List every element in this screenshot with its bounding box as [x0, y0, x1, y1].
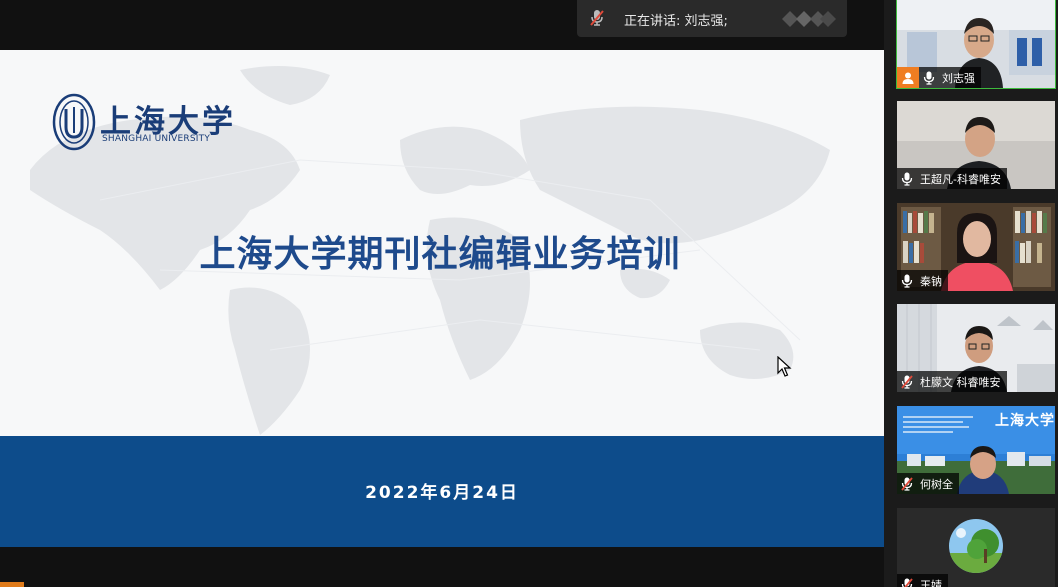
slide-title: 上海大学期刊社编辑业务培训: [199, 234, 681, 275]
shared-screen[interactable]: 上海大学 SHANGHAI UNIVERSITY 上海大学期刊社编辑业务培训 2…: [0, 0, 884, 587]
bottom-accent-bar: [0, 582, 24, 587]
microphone-icon: [901, 274, 913, 288]
participant-name: 刘志强: [942, 71, 975, 85]
participant-name-tag: 何树全: [897, 473, 959, 494]
microphone-off-icon: [590, 10, 604, 26]
slide-date: 2022年6月24日: [365, 483, 519, 503]
participant-name-tag: 王超凡-科睿唯安: [897, 168, 1007, 189]
participant-name-tag: 刘志强: [919, 67, 981, 88]
avatar: [949, 519, 1003, 573]
participant-tile-1[interactable]: 刘志强: [896, 0, 1056, 89]
participant-tile-4[interactable]: 杜朦文 科睿唯安: [897, 304, 1055, 392]
participant-tile-2[interactable]: 王超凡-科睿唯安: [897, 101, 1055, 189]
presentation-slide: 上海大学 SHANGHAI UNIVERSITY 上海大学期刊社编辑业务培训 2…: [0, 50, 884, 547]
participant-tile-6[interactable]: 王婧: [897, 508, 1055, 587]
university-logo: 上海大学 SHANGHAI UNIVERSITY: [52, 93, 233, 153]
participant-name-tag: 王婧: [897, 574, 948, 587]
person-icon: [902, 72, 914, 84]
logo-english-text: SHANGHAI UNIVERSITY: [102, 134, 211, 144]
diamond-decoration-icon: [782, 11, 836, 27]
participant-name: 何树全: [920, 477, 953, 491]
participant-name: 王婧: [920, 578, 942, 587]
microphone-off-icon: [901, 374, 913, 389]
participant-name-tag: 秦钠: [897, 270, 948, 291]
microphone-off-icon: [901, 577, 913, 587]
microphone-icon: [901, 172, 913, 186]
participant-name-tag: 杜朦文 科睿唯安: [897, 371, 1007, 392]
participant-tile-5[interactable]: 上海大学 何树全: [897, 406, 1055, 494]
speaking-indicator: 正在讲话: 刘志强;: [577, 0, 847, 37]
participant-name: 杜朦文 科睿唯安: [920, 375, 1001, 389]
participant-name: 王超凡-科睿唯安: [920, 172, 1001, 186]
participant-sidebar: 刘志强 王超凡-科睿唯安 秦钠 杜朦文 科睿唯安 上海大学 何树全 王婧: [884, 0, 1058, 587]
speaking-label: 正在讲话: 刘志强;: [624, 14, 728, 29]
tile-slide-logo: 上海大学: [995, 413, 1055, 429]
slide-footer-band: 2022年6月24日: [0, 436, 884, 547]
microphone-icon: [923, 71, 935, 85]
participant-tile-3[interactable]: 秦钠: [897, 203, 1055, 291]
university-emblem-icon: [52, 93, 96, 151]
mouse-pointer-icon: [777, 356, 792, 377]
host-badge: [897, 67, 919, 88]
microphone-off-icon: [901, 476, 913, 491]
participant-name: 秦钠: [920, 274, 942, 288]
